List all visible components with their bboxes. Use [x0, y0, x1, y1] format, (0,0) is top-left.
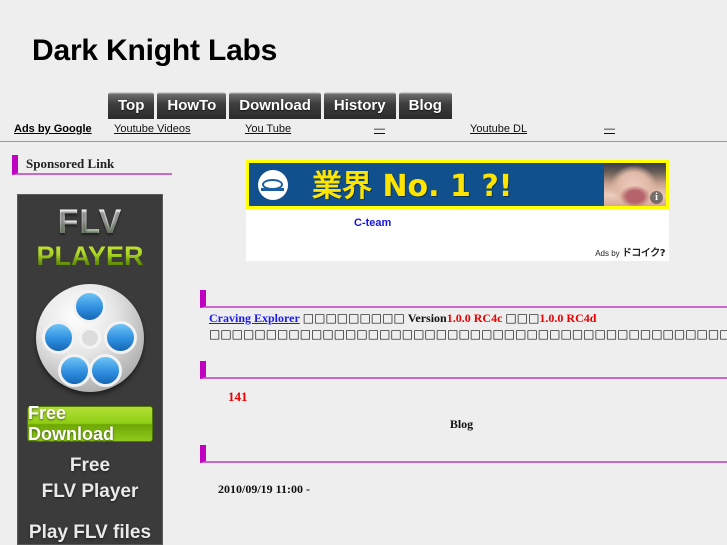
flv-ad-title-line1: FLV: [18, 204, 162, 240]
article-version-old: 1.0.0 RC4c: [446, 311, 503, 325]
ad-info-icon[interactable]: i: [650, 191, 663, 204]
post-date: 2010/09/19 11:00 -: [218, 482, 310, 496]
section-divider-count: [200, 361, 727, 379]
craving-explorer-link[interactable]: Craving Explorer: [209, 311, 300, 325]
ad-link-placeholder-1[interactable]: —: [374, 123, 385, 135]
reel-hub: [79, 327, 101, 349]
article-text-after: □□□□□□□□□□□□□□□: [209, 327, 380, 341]
comment-count: 141: [228, 389, 248, 404]
article-version-new: 1.0.0 RC4d: [539, 311, 597, 325]
article-version-label: Version: [407, 311, 447, 325]
banner-ad-headline: 業界 No. 1 ?!: [312, 169, 513, 204]
film-reel-icon: [36, 284, 144, 392]
main-navigation: Top HowTo Download History Blog: [108, 92, 452, 119]
ads-by-google-label[interactable]: Ads by Google: [14, 123, 92, 135]
article-text-before-version: □□□□□□□□□: [302, 311, 405, 325]
ad-link-you-tube[interactable]: You Tube: [245, 123, 291, 135]
tab-blog[interactable]: Blog: [398, 92, 452, 119]
banner-ad-image[interactable]: 業界 No. 1 ?! i: [246, 160, 669, 209]
section-divider-blog: [200, 445, 727, 463]
ads-by-prefix: Ads by: [595, 249, 620, 258]
article-text: Craving Explorer □□□□□□□□□ Version1.0.0 …: [209, 310, 727, 342]
ad-link-youtube-dl[interactable]: Youtube DL: [470, 123, 527, 135]
banner-ad[interactable]: 業界 No. 1 ?! i C-team Ads by ドコイク?: [246, 160, 669, 261]
banner-ad-body: C-team Ads by ドコイク?: [246, 209, 669, 261]
banner-ad-body-link[interactable]: C-team: [354, 217, 391, 229]
sidebar: Sponsored Link FLV PLAYER Free Download …: [0, 142, 196, 545]
reel-hole: [104, 321, 137, 354]
ad-link-placeholder-2[interactable]: —: [604, 123, 615, 135]
tab-download[interactable]: Download: [229, 92, 321, 119]
flv-ad-subtitle-line1: Free: [69, 455, 111, 476]
flv-ad-subtitle-line2: FLV Player: [41, 481, 139, 502]
blog-section-label: Blog: [449, 417, 474, 431]
flv-ad-tagline: Play FLV files: [28, 522, 152, 543]
tab-top[interactable]: Top: [108, 92, 155, 119]
reel-hole: [58, 354, 91, 387]
reel-hole: [42, 321, 75, 354]
ad-link-youtube-videos[interactable]: Youtube Videos: [114, 123, 190, 135]
article-text-mid: □□□: [505, 311, 540, 325]
flv-ad-subtitle: Free FLV Player: [18, 453, 162, 505]
google-ads-bar: Ads by Google Youtube Videos You Tube — …: [0, 120, 727, 142]
section-divider-article: [200, 290, 727, 308]
sponsored-link-heading: Sponsored Link: [12, 155, 172, 175]
reel-hole: [89, 354, 122, 387]
flv-ad-title-line2: PLAYER: [18, 242, 162, 270]
tab-history[interactable]: History: [323, 92, 396, 119]
flv-player-ad[interactable]: FLV PLAYER Free Download Free FLV Player…: [17, 194, 163, 545]
article-text-line2: □□□□□□□□□□□□□□□□□□□□□□□□□□□□□□□□: [379, 327, 727, 341]
reel-hole: [73, 290, 106, 323]
main-content: 業界 No. 1 ?! i C-team Ads by ドコイク? Cravin…: [196, 142, 727, 545]
free-download-button[interactable]: Free Download: [27, 403, 153, 444]
advertiser-logo-icon: [258, 170, 288, 200]
ads-by-brand: ドコイク?: [621, 248, 666, 259]
ads-by-dokoiku-label[interactable]: Ads by ドコイク?: [595, 244, 665, 259]
page-title: Dark Knight Labs: [32, 34, 278, 67]
tab-howto[interactable]: HowTo: [157, 92, 227, 119]
